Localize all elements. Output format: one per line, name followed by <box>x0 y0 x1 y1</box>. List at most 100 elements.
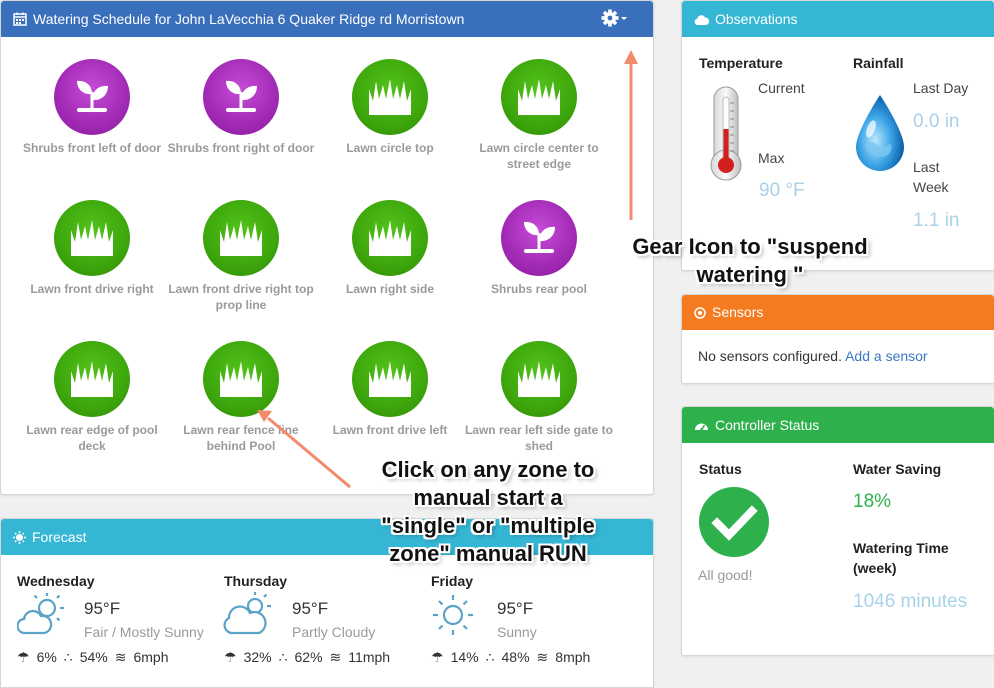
grass-icon <box>518 79 560 115</box>
lawn-zone-icon[interactable] <box>54 200 130 276</box>
lawn-zone-icon[interactable] <box>352 59 428 135</box>
rain-last-day-label: Last Day <box>913 80 969 96</box>
add-sensor-link[interactable]: Add a sensor <box>845 348 928 364</box>
shrub-zone-icon[interactable] <box>54 59 130 135</box>
lawn-zone-icon[interactable] <box>54 341 130 417</box>
zone-button[interactable]: Lawn front drive left <box>315 341 465 438</box>
gear-icon[interactable] <box>601 8 631 28</box>
thermometer-icon <box>710 86 742 181</box>
grass-icon <box>220 361 262 397</box>
zone-button[interactable]: Lawn front drive right <box>17 200 167 297</box>
lawn-zone-icon[interactable] <box>501 59 577 135</box>
forecast-day-friday: Friday <box>431 573 473 589</box>
precip-value: 6% <box>36 649 57 665</box>
humidity-icon: ∴ <box>63 649 73 665</box>
zone-label: Lawn rear left side gate to shed <box>464 423 614 453</box>
forecast-temp: 95°F <box>292 599 329 618</box>
zone-annotation: Click on any zone to manual start a "sin… <box>338 456 638 568</box>
observations-title: Observations <box>715 11 798 27</box>
sensors-title: Sensors <box>712 304 764 320</box>
forecast-temp: 95°F <box>84 599 121 618</box>
target-icon <box>694 307 706 319</box>
grass-icon <box>518 361 560 397</box>
grass-icon <box>71 220 113 256</box>
checkmark-icon <box>699 487 769 557</box>
rain-icon: ☂ <box>17 649 30 665</box>
sprout-icon <box>77 80 108 112</box>
wind-icon: ≋ <box>114 649 127 665</box>
forecast-condition: Partly Cloudy <box>292 624 376 640</box>
forecast-condition: Fair / Mostly Sunny <box>84 624 204 640</box>
zone-label: Lawn rear fence line behind Pool <box>183 423 299 453</box>
zone-button[interactable]: Lawn circle top <box>315 59 465 156</box>
rainfall-heading: Rainfall <box>853 55 904 71</box>
caret-down-icon <box>621 17 627 20</box>
zone-annotation-line-2: manual start a <box>413 485 563 510</box>
sensors-header: Sensors <box>682 295 994 330</box>
wind-icon: ≋ <box>329 649 342 665</box>
lawn-zone-icon[interactable] <box>501 341 577 417</box>
sprout-icon <box>524 221 555 253</box>
sprout-icon <box>226 80 257 112</box>
gear-annotation-line-2: watering " <box>696 262 804 287</box>
humidity-value: 48% <box>501 649 530 665</box>
grass-icon <box>220 220 262 256</box>
rain-last-day-value: 0.0 in <box>913 111 960 132</box>
grass-icon <box>369 361 411 397</box>
zone-label: Lawn front drive right top prop line <box>168 282 314 312</box>
zone-button[interactable]: Lawn circle center to street edge <box>464 59 614 172</box>
forecast-stats: ☂ 14% ∴ 48% ≋ 8mph <box>431 649 597 666</box>
shrub-zone-icon[interactable] <box>203 59 279 135</box>
zone-button[interactable]: Lawn right side <box>315 200 465 297</box>
zone-button[interactable]: Lawn rear edge of pool deck <box>17 341 167 454</box>
observations-panel: Observations Temperature Current Max 90 … <box>681 0 994 271</box>
water-saving-value: 18% <box>853 491 892 512</box>
sun-icon <box>433 595 473 635</box>
wind-icon: ≋ <box>536 649 549 665</box>
zone-label: Lawn circle top <box>346 141 434 155</box>
zone-button[interactable]: Shrubs front left of door <box>17 59 167 156</box>
watering-time-label-1: Watering Time <box>853 540 949 556</box>
schedule-title: Watering Schedule for John LaVecchia 6 Q… <box>33 11 465 27</box>
watering-schedule-panel: Watering Schedule for John LaVecchia 6 Q… <box>0 0 654 495</box>
cloud-sun-icon <box>223 592 271 635</box>
zone-button[interactable]: Lawn front drive right top prop line <box>166 200 316 313</box>
zone-label: Lawn front drive left <box>332 423 448 437</box>
controller-status-panel: Controller Status Status All good! Water… <box>681 406 994 656</box>
forecast-stats: ☂ 6% ∴ 54% ≋ 6mph <box>17 649 176 666</box>
forecast-stats: ☂ 32% ∴ 62% ≋ 11mph <box>224 649 397 666</box>
water-drop-icon <box>856 95 904 171</box>
humidity-value: 62% <box>294 649 323 665</box>
wind-value: 11mph <box>348 649 391 665</box>
lawn-zone-icon[interactable] <box>203 200 279 276</box>
humidity-value: 54% <box>79 649 108 665</box>
max-temp-label: Max <box>758 150 785 166</box>
zone-label: Lawn circle center to street edge <box>479 141 599 171</box>
lawn-zone-icon[interactable] <box>203 341 279 417</box>
gear-annotation: Gear Icon to "suspend watering " <box>605 233 895 289</box>
humidity-icon: ∴ <box>278 649 288 665</box>
cloud-icon <box>694 15 710 25</box>
grass-icon <box>369 220 411 256</box>
zone-button[interactable]: Shrubs front right of door <box>166 59 316 156</box>
forecast-title: Forecast <box>32 529 87 545</box>
max-temp-value: 90 °F <box>759 180 805 201</box>
lawn-zone-icon[interactable] <box>352 200 428 276</box>
lawn-zone-icon[interactable] <box>352 341 428 417</box>
day-name: Thursday <box>224 573 288 589</box>
controller-title: Controller Status <box>715 417 820 433</box>
zone-label: Shrubs front right of door <box>167 141 315 155</box>
rain-last-week-value: 1.1 in <box>913 210 960 231</box>
water-saving-label: Water Saving <box>853 461 942 477</box>
wind-value: 8mph <box>555 649 591 665</box>
shrub-zone-icon[interactable] <box>501 200 577 276</box>
rain-icon: ☂ <box>224 649 237 665</box>
zone-button[interactable]: Shrubs rear pool <box>464 200 614 297</box>
forecast-day-wednesday: Wednesday <box>17 573 95 589</box>
zone-annotation-line-3: "single" or "multiple <box>381 513 595 538</box>
zone-button[interactable]: Lawn rear fence line behind Pool <box>166 341 316 454</box>
zone-button[interactable]: Lawn rear left side gate to shed <box>464 341 614 454</box>
forecast-temp: 95°F <box>497 599 534 618</box>
settings-gear-button[interactable] <box>601 1 637 37</box>
calendar-icon <box>13 12 27 26</box>
